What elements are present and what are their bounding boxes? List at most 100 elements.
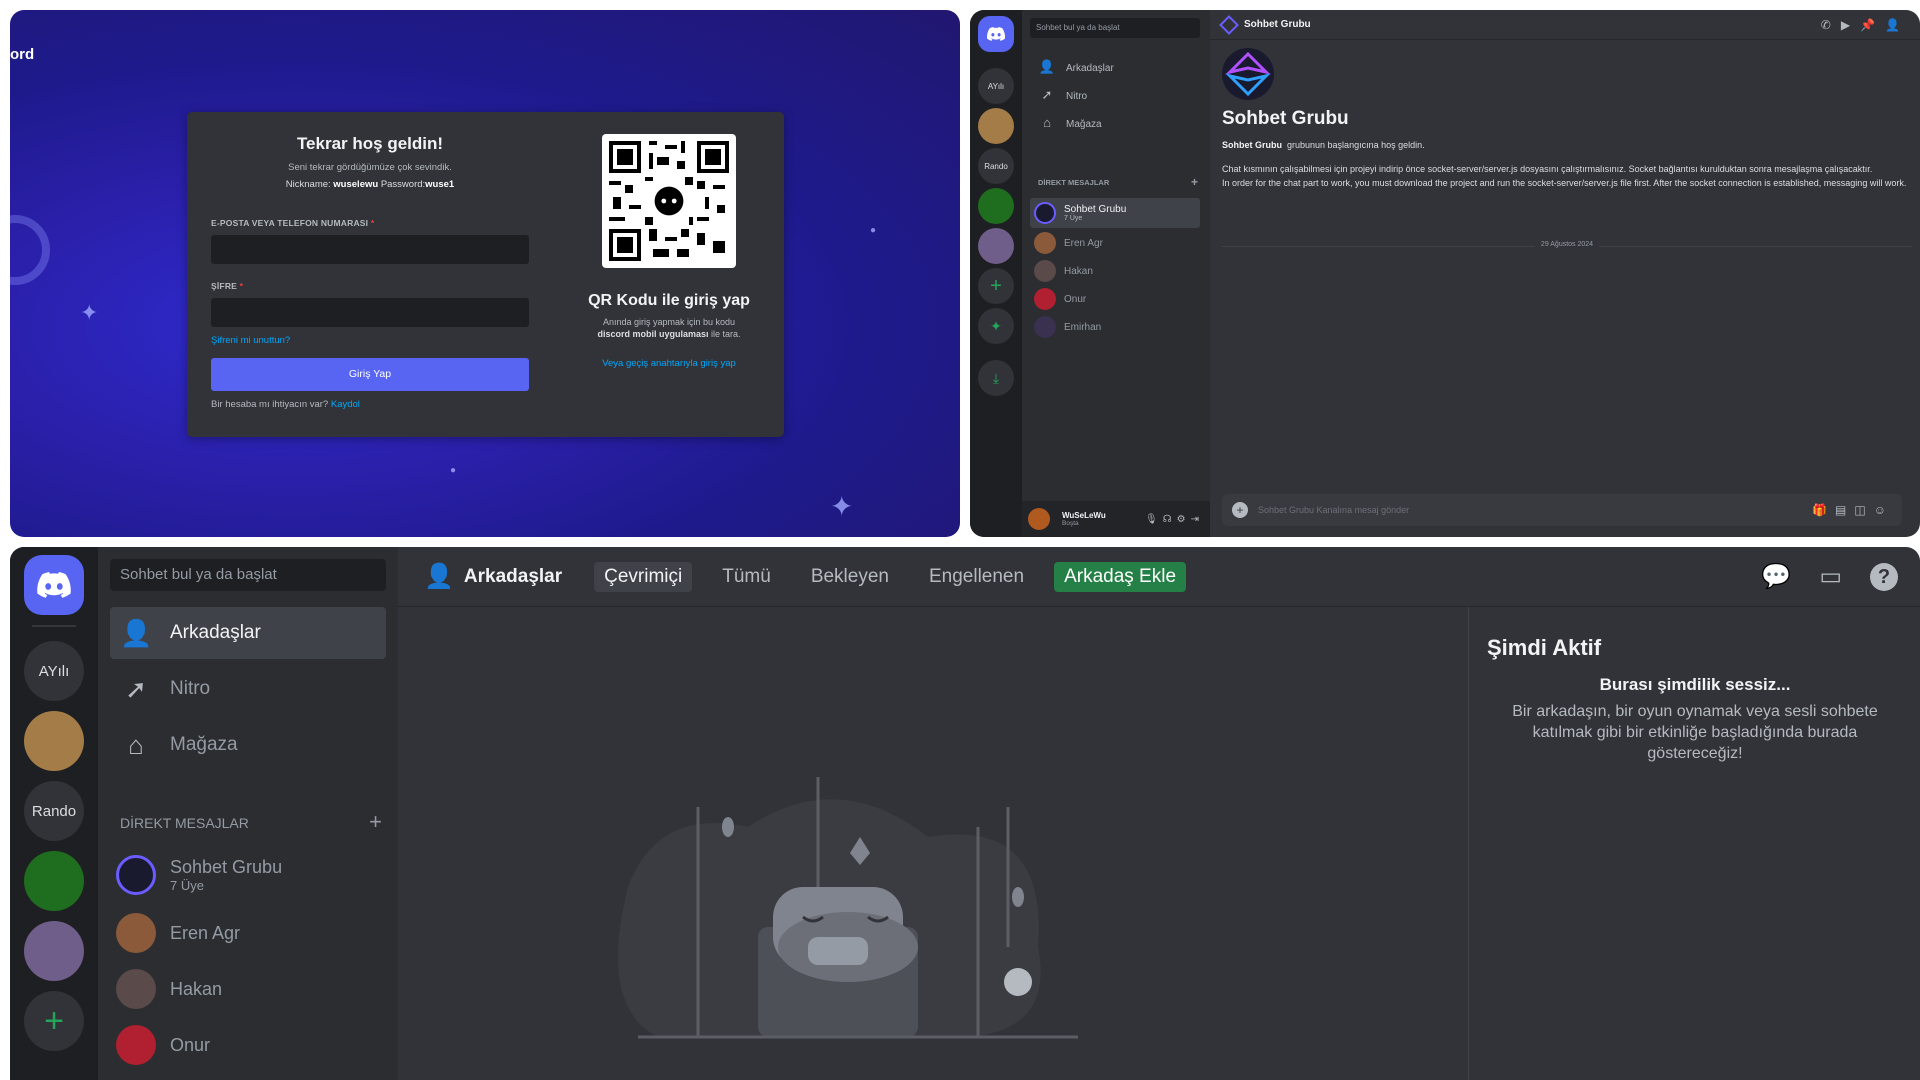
pin-icon[interactable]: 📌 (1860, 18, 1885, 32)
download-icon[interactable]: ⤓ (978, 360, 1014, 396)
friends-screen: AYılı Rando + Sohbet bul ya da başlat 👤 A… (10, 547, 1920, 1080)
nav-shop[interactable]: ⌂ Mağaza (1030, 110, 1200, 138)
server-cat-avatar[interactable] (978, 108, 1014, 144)
server-green-avatar[interactable] (24, 851, 84, 911)
video-icon[interactable]: ▶ (1841, 18, 1860, 32)
mic-icon[interactable]: 🎙 (1145, 514, 1163, 525)
avatar (1034, 288, 1056, 310)
passkey-link[interactable]: Veya geçiş anahtarıyla giriş yap (579, 358, 759, 369)
dm-item-group[interactable]: Sohbet Grubu 7 Üye (1030, 198, 1200, 228)
dm-item-onur[interactable]: Onur (110, 1017, 386, 1073)
dm-name: Sohbet Grubu (1064, 204, 1127, 215)
explore-compass-icon[interactable]: ✦ (978, 308, 1014, 344)
dm-text: Sohbet Grubu 7 Üye (1064, 204, 1126, 222)
group-icon (1219, 14, 1239, 35)
add-dm-icon[interactable]: + (369, 809, 382, 835)
dm-name: Hakan (170, 978, 223, 999)
password-label: ŞİFRE * (211, 281, 529, 291)
shop-icon: ⌂ (128, 730, 144, 760)
friends-icon: 👤 (120, 618, 153, 648)
dm-item-eren[interactable]: Eren Agr (1030, 228, 1200, 258)
nav-nitro[interactable]: ➚ Nitro (1030, 82, 1200, 110)
emoji-icon[interactable]: ☺ (1874, 503, 1894, 517)
forgot-password-link[interactable]: Şifreni mi unuttun? (211, 335, 529, 346)
sticker-icon[interactable]: ◫ (1854, 503, 1873, 517)
description-en: In order for the chat part to work, you … (1222, 178, 1907, 188)
server-skull-avatar[interactable] (978, 228, 1014, 264)
nav-friends[interactable]: 👤 Arkadaşlar (1030, 54, 1200, 82)
tab-pending[interactable]: Bekleyen (801, 562, 899, 592)
gift-icon[interactable]: 🎁 (1812, 503, 1835, 517)
quiet-text: Bir arkadaşın, bir oyun oynamak veya ses… (1512, 703, 1878, 762)
rocket-icon: ➚ (1041, 87, 1053, 102)
friends-main: 👤 Arkadaşlar Çevrimiçi Tümü Bekleyen Eng… (398, 547, 1920, 1080)
add-member-icon[interactable]: 👤 (1885, 18, 1910, 32)
nav-label: Nitro (1066, 90, 1088, 102)
dm-item-group[interactable]: Sohbet Grubu 7 Üye (110, 847, 386, 903)
search-input[interactable]: Sohbet bul ya da başlat (110, 559, 386, 591)
rocket-icon: ➚ (125, 674, 147, 704)
server-green-avatar[interactable] (978, 188, 1014, 224)
server-skull-avatar[interactable] (24, 921, 84, 981)
dm-name: Onur (1064, 293, 1087, 305)
nav-friends[interactable]: 👤 Arkadaşlar (110, 607, 386, 659)
attach-plus-icon[interactable]: + (1232, 502, 1248, 518)
header-tools: ✆▶📌👤 (1821, 18, 1910, 32)
friends-header: 👤 Arkadaşlar Çevrimiçi Tümü Bekleyen Eng… (398, 547, 1920, 607)
avatar (1034, 232, 1056, 254)
logout-icon[interactable]: ⇥ (1191, 514, 1204, 525)
register-prompt: Bir hesaba mı ihtiyacın var? Kaydol (211, 399, 529, 410)
call-icon[interactable]: ✆ (1821, 18, 1841, 32)
required-mark: * (239, 281, 244, 291)
avatar (116, 913, 156, 953)
dm-item-eren[interactable]: Eren Agr (110, 905, 386, 961)
header-tools: 💬 ▭ ? (1733, 562, 1898, 591)
password-label-text: ŞİFRE (211, 281, 238, 291)
dm-item-hakan[interactable]: Hakan (1030, 256, 1200, 286)
rail-divider (32, 625, 76, 627)
help-icon[interactable]: ? (1870, 562, 1898, 591)
add-dm-icon[interactable]: + (1191, 175, 1198, 189)
register-link[interactable]: Kaydol (331, 399, 360, 410)
tab-all[interactable]: Tümü (712, 562, 781, 592)
dm-item-emirhan[interactable]: Emirhan (1030, 312, 1200, 342)
nav-shop[interactable]: ⌂ Mağaza (110, 719, 386, 771)
quiet-title: Burası şimdilik sessiz... (1599, 675, 1791, 694)
dm-item-onur[interactable]: Onur (1030, 284, 1200, 314)
password-field[interactable] (211, 298, 529, 327)
inbox-icon[interactable]: ▭ (1819, 562, 1842, 591)
avatar (116, 969, 156, 1009)
nav-nitro[interactable]: ➚ Nitro (110, 663, 386, 715)
login-button[interactable]: Giriş Yap (211, 358, 529, 391)
server-rando[interactable]: Rando (978, 148, 1014, 184)
gif-icon[interactable]: ▤ (1835, 503, 1854, 517)
server-cat-avatar[interactable] (24, 711, 84, 771)
discord-home-icon[interactable] (978, 16, 1014, 52)
headphone-icon[interactable]: ☊ (1163, 514, 1177, 525)
server-ayili[interactable]: AYılı (978, 68, 1014, 104)
discord-home-icon[interactable] (24, 555, 84, 615)
star-decoration: ● (870, 225, 877, 236)
add-friend-button[interactable]: Arkadaş Ekle (1054, 561, 1187, 592)
add-server-icon[interactable]: + (24, 991, 84, 1051)
server-ayili[interactable]: AYılı (24, 641, 84, 701)
email-label-text: E-POSTA VEYA TELEFON NUMARASI (211, 218, 369, 228)
tab-online[interactable]: Çevrimiçi (594, 561, 693, 592)
friends-title: Arkadaşlar (463, 565, 563, 587)
search-input[interactable]: Sohbet bul ya da başlat (1030, 18, 1200, 38)
server-rando[interactable]: Rando (24, 781, 84, 841)
pass-value: wuse1 (425, 179, 455, 190)
dm-item-hakan[interactable]: Hakan (110, 961, 386, 1017)
message-input[interactable]: + Sohbet Grubu Kanalına mesaj gönder 🎁▤◫… (1222, 494, 1902, 526)
server-rail: AYılı Rando + ✦ ⤓ (970, 10, 1022, 537)
nav-label: Nitro (170, 678, 211, 699)
new-group-dm-icon[interactable]: 💬 (1761, 562, 1791, 591)
email-field[interactable] (211, 235, 529, 264)
gear-icon[interactable]: ⚙ (1177, 514, 1191, 525)
dm-name: Onur (170, 1034, 211, 1055)
required-mark: * (370, 218, 375, 228)
login-credentials-hint: Nickname: wuselewu Password:wuse1 (211, 179, 529, 190)
add-server-icon[interactable]: + (978, 268, 1014, 304)
tab-blocked[interactable]: Engellenen (919, 562, 1034, 592)
qr-code-graphic (609, 141, 729, 261)
